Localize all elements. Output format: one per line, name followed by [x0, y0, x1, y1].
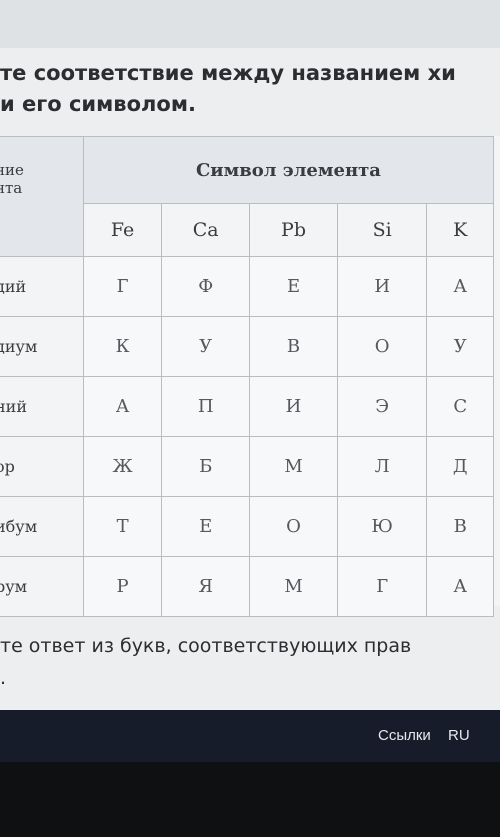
letter-cell: О — [249, 496, 338, 557]
letter-cell: Ж — [82, 436, 163, 497]
letter-cell: Л — [336, 436, 428, 497]
taskbar: Ссылки RU — [0, 710, 500, 762]
letter-cell: Э — [336, 376, 428, 437]
instruction-line-2: и его символом. — [0, 92, 196, 116]
top-strip — [0, 0, 500, 48]
letter-cell: И — [336, 256, 428, 317]
answer-instruction-line-1: те ответ из букв, соответствующих прав — [0, 635, 412, 657]
letter-cell: У — [426, 316, 494, 377]
letter-cell: Ю — [336, 496, 428, 557]
table-row: ибум Т Е О Ю В — [0, 496, 494, 557]
letter-cell: И — [249, 376, 338, 437]
letter-cell: Я — [161, 556, 251, 617]
task-instruction: те соответствие между названием хи и его… — [0, 58, 500, 120]
letter-cell: Е — [161, 496, 251, 557]
symbol-cell: Si — [336, 203, 428, 257]
element-name-cell: ибум — [0, 496, 84, 557]
monitor-bezel — [0, 762, 500, 837]
screen: те соответствие между названием хи и его… — [0, 0, 500, 710]
letter-cell: У — [161, 316, 251, 377]
symbol-cell: Pb — [249, 203, 338, 257]
letter-cell: Т — [82, 496, 163, 557]
letter-cell: К — [82, 316, 163, 377]
letter-cell: В — [426, 496, 494, 557]
element-name-header-line-2: нта — [0, 179, 23, 197]
element-name-cell: ний — [0, 376, 84, 437]
taskbar-language-indicator[interactable]: RU — [448, 727, 470, 744]
letter-cell: Р — [82, 556, 163, 617]
letter-cell: О — [336, 316, 428, 377]
letter-cell: М — [249, 436, 338, 497]
letter-cell: А — [426, 256, 494, 317]
taskbar-links-button[interactable]: Ссылки — [378, 727, 431, 744]
element-name-cell: ор — [0, 436, 84, 497]
symbol-cell: Fe — [82, 203, 163, 257]
letter-cell: Д — [426, 436, 494, 497]
letter-cell: В — [249, 316, 338, 377]
table-row: диум К У В О У — [0, 316, 494, 377]
letter-cell: А — [82, 376, 163, 437]
table-row: ний А П И Э С — [0, 376, 494, 437]
element-name-header: ние нта — [0, 136, 84, 257]
element-name-cell: диум — [0, 316, 84, 377]
letter-cell: П — [161, 376, 251, 437]
symbol-cell: K — [426, 203, 494, 257]
answer-instruction-line-2: . — [0, 667, 7, 689]
letter-cell: Г — [336, 556, 428, 617]
instruction-line-1: те соответствие между названием хи — [0, 61, 456, 85]
letter-cell: Б — [161, 436, 251, 497]
element-name-cell: дий — [0, 256, 84, 317]
letter-cell: С — [426, 376, 494, 437]
symbol-group-header: Символ элемента — [82, 136, 495, 204]
letter-cell: М — [249, 556, 338, 617]
letter-cell: А — [426, 556, 494, 617]
table-row: рум Р Я М Г А — [0, 556, 494, 617]
element-name-cell: рум — [0, 556, 84, 617]
answer-instruction: те ответ из букв, соответствующих прав . — [0, 630, 500, 694]
matching-table: ние нта Символ элемента Fe Ca Pb Si K ди… — [0, 136, 495, 617]
element-name-header-line-1: ние — [0, 161, 24, 179]
letter-cell: Г — [82, 256, 163, 317]
letter-cell: Ф — [161, 256, 251, 317]
symbol-cell: Ca — [161, 203, 251, 257]
table-row: дий Г Ф Е И А — [0, 256, 494, 317]
letter-cell: Е — [249, 256, 338, 317]
table-row: ор Ж Б М Л Д — [0, 436, 494, 497]
